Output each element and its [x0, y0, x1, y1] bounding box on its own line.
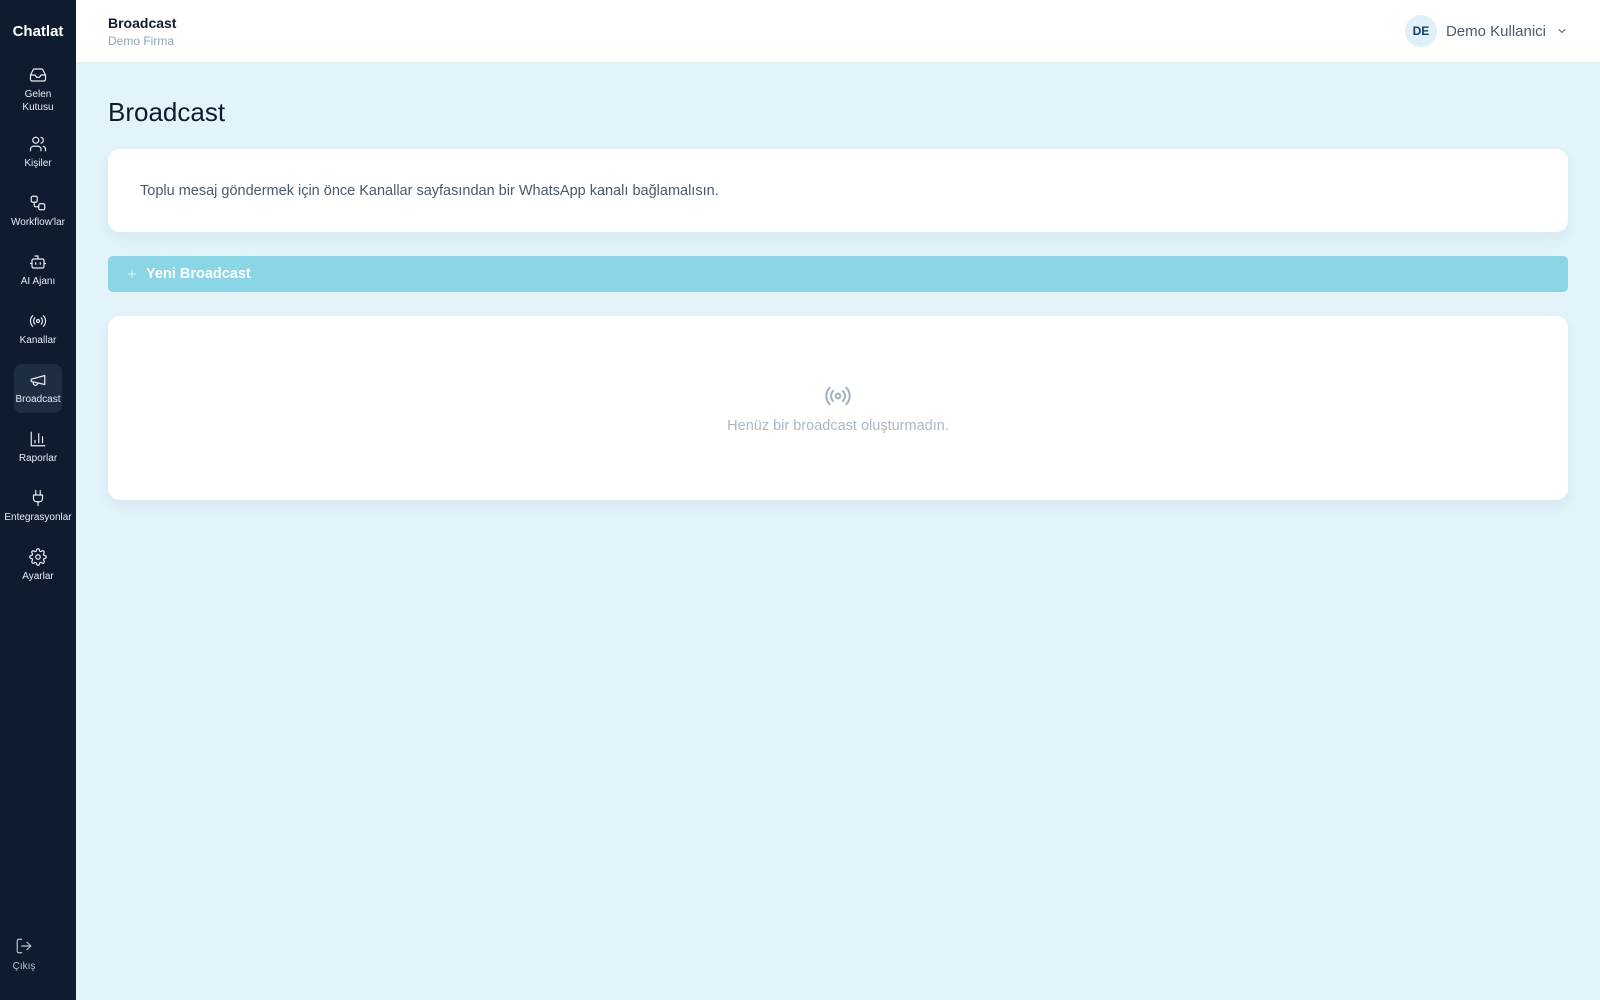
sidebar-item-label: Kişiler — [24, 158, 52, 169]
new-broadcast-button[interactable]: Yeni Broadcast — [108, 256, 1568, 292]
top-bar: Broadcast Demo Firma DE Demo Kullanici — [76, 0, 1600, 63]
main-content: Broadcast Toplu mesaj göndermek için önc… — [108, 63, 1568, 500]
user-name: Demo Kullanici — [1445, 22, 1546, 40]
notice-text: Toplu mesaj göndermek için önce Kanallar… — [140, 182, 719, 199]
sidebar-item-kanallar[interactable]: Kanallar — [14, 305, 62, 354]
sidebar-item-label: Gelen Kutusu — [22, 89, 54, 113]
sidebar-item-workflows[interactable]: Workflow'lar — [0, 187, 76, 236]
topbar-title: Broadcast — [108, 14, 177, 31]
empty-state-text: Henüz bir broadcast oluşturmadın. — [727, 418, 949, 434]
sidebar-item-entegrasyonlar[interactable]: Entegrasyonlar — [0, 482, 76, 531]
sidebar-item-gelen-kutusu[interactable]: Gelen Kutusu — [14, 62, 62, 118]
logout-button[interactable]: Çıkış — [0, 937, 48, 972]
sidebar: Chatlat Gelen Kutusu Kişiler Workflow'la… — [0, 0, 76, 1000]
plus-icon — [127, 269, 137, 279]
page-title: Broadcast — [108, 97, 226, 127]
gear-icon — [29, 548, 47, 566]
sidebar-item-label: Kanallar — [19, 335, 57, 346]
sidebar-item-ai-ajani[interactable]: AI Ajanı — [14, 246, 62, 295]
megaphone-icon — [30, 374, 46, 386]
brand-logo[interactable]: Chatlat — [0, 0, 76, 62]
sidebar-item-ayarlar[interactable]: Ayarlar — [14, 541, 62, 590]
user-menu[interactable]: DE Demo Kullanici — [1404, 15, 1568, 47]
sidebar-item-raporlar[interactable]: Raporlar — [14, 423, 62, 472]
sidebar-item-label: Entegrasyonlar — [4, 512, 72, 523]
bar-chart-icon — [30, 431, 46, 447]
channel-notice: Toplu mesaj göndermek için önce Kanallar… — [108, 149, 1568, 232]
sidebar-item-label: Raporlar — [18, 453, 58, 464]
sidebar-item-label: AI Ajanı — [20, 276, 56, 287]
users-icon — [29, 136, 47, 152]
company-name: Demo Firma — [108, 33, 175, 48]
sidebar-item-kisiler[interactable]: Kişiler — [14, 128, 62, 177]
sidebar-item-label: Broadcast — [15, 394, 61, 405]
new-broadcast-label: Yeni Broadcast — [146, 266, 251, 282]
sidebar-nav: Gelen Kutusu Kişiler Workflow'lar AI Aja… — [0, 62, 76, 590]
inbox-icon — [29, 68, 47, 82]
radio-icon — [29, 315, 47, 327]
bot-icon — [29, 255, 47, 269]
logout-label: Çıkış — [12, 961, 36, 972]
plug-icon — [32, 489, 44, 507]
chevron-down-icon — [1556, 25, 1568, 37]
avatar: DE — [1404, 15, 1437, 47]
topbar-titles: Broadcast Demo Firma — [108, 15, 176, 48]
radio-icon — [825, 386, 851, 406]
logout-icon — [16, 938, 32, 954]
sidebar-item-broadcast[interactable]: Broadcast — [14, 364, 62, 413]
sidebar-item-label: Workflow'lar — [11, 217, 65, 228]
sidebar-item-label: Ayarlar — [22, 571, 54, 582]
empty-state: Henüz bir broadcast oluşturmadın. — [108, 316, 1568, 500]
workflow-icon — [30, 195, 46, 211]
